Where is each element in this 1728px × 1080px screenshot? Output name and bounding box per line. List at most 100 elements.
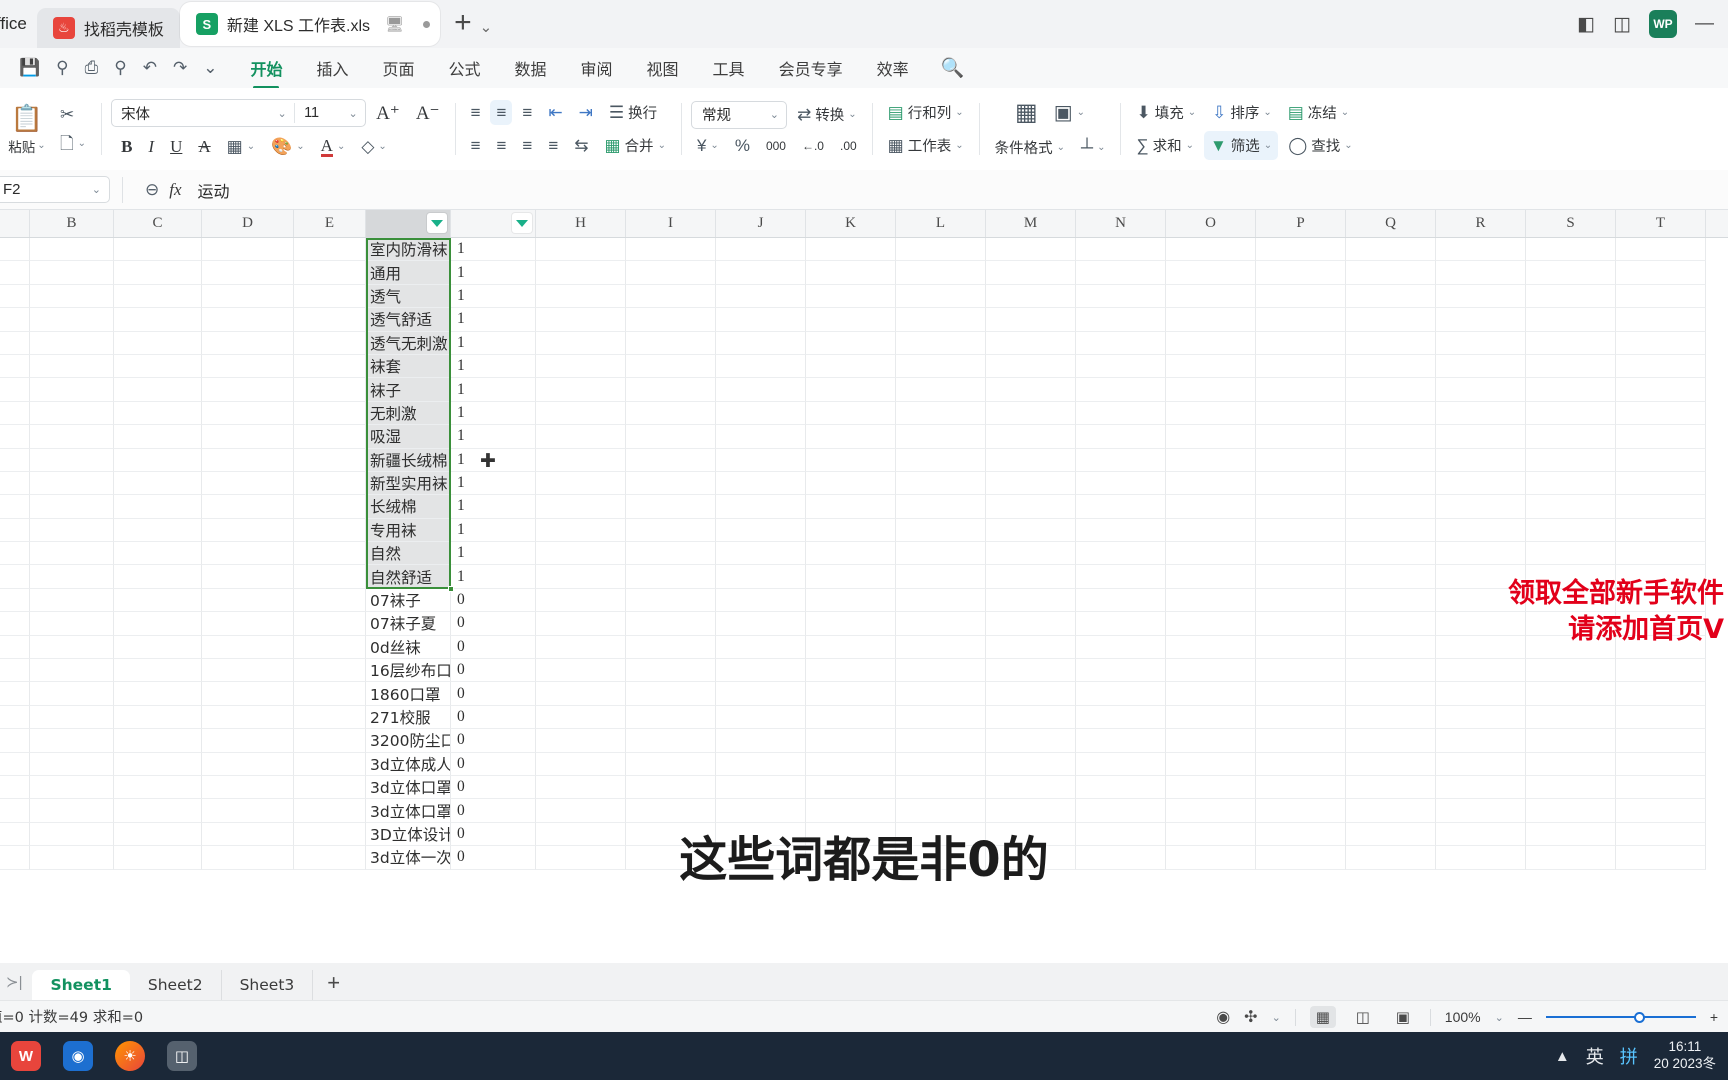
cell-empty[interactable] <box>1526 284 1616 309</box>
cell-empty[interactable] <box>114 518 202 543</box>
cell-empty[interactable] <box>1436 518 1526 543</box>
cell-empty[interactable] <box>202 542 294 566</box>
increase-decimal-button[interactable]: .00 <box>834 135 863 157</box>
table-row[interactable]: 自然 1 <box>0 542 1728 566</box>
cell-empty[interactable] <box>114 401 202 426</box>
column-header-B[interactable]: B <box>30 210 114 237</box>
cell-empty[interactable] <box>30 542 114 566</box>
cell-empty[interactable] <box>114 752 202 776</box>
tab-efficiency[interactable]: 效率 <box>861 50 925 86</box>
cell-empty[interactable] <box>114 354 202 379</box>
page-view-icon[interactable]: ◫ <box>1350 1006 1376 1028</box>
cell-empty[interactable] <box>716 659 806 683</box>
cell-empty[interactable] <box>1076 331 1166 355</box>
zoom-in-button[interactable]: + <box>1710 1009 1718 1025</box>
cell-empty[interactable] <box>202 775 294 800</box>
cell-empty[interactable] <box>1616 354 1706 379</box>
cell-empty[interactable] <box>1166 354 1256 379</box>
cell-keyword[interactable]: 透气舒适 <box>366 308 451 332</box>
cell-empty[interactable] <box>896 378 986 402</box>
cell-empty[interactable] <box>202 635 294 660</box>
cell-empty[interactable] <box>1616 261 1706 285</box>
cell-empty[interactable] <box>986 425 1076 449</box>
cell-empty[interactable] <box>626 425 716 449</box>
tab-review[interactable]: 审阅 <box>565 50 629 86</box>
cut-button[interactable]: ✂ <box>54 102 80 127</box>
table-row[interactable]: 通用 1 <box>0 261 1728 285</box>
cell-empty[interactable] <box>30 354 114 379</box>
cell-empty[interactable] <box>1616 705 1706 730</box>
cell-empty[interactable] <box>1166 752 1256 776</box>
cell-empty[interactable] <box>1436 354 1526 379</box>
cell-count[interactable]: 1 <box>451 425 536 449</box>
cell-empty[interactable] <box>896 308 986 332</box>
cell-empty[interactable] <box>1346 471 1436 496</box>
cell-empty[interactable] <box>716 705 806 730</box>
cell-empty[interactable] <box>1346 401 1436 426</box>
cell-empty[interactable] <box>1076 542 1166 566</box>
cell-empty[interactable] <box>806 448 896 472</box>
cell-empty[interactable] <box>716 612 806 636</box>
cell-empty[interactable] <box>626 659 716 683</box>
cell-empty[interactable] <box>626 354 716 379</box>
cell-empty[interactable] <box>1346 775 1436 800</box>
cell-empty[interactable] <box>202 308 294 332</box>
cell-empty[interactable] <box>806 378 896 402</box>
filter-button[interactable]: ▼ 筛选 ⌄ <box>1203 131 1279 160</box>
font-name-caret-icon[interactable]: ⌄ <box>270 107 294 120</box>
cell-empty[interactable] <box>114 565 202 589</box>
cell-empty[interactable] <box>30 752 114 776</box>
font-color-button[interactable]: A ⌄ <box>315 133 352 161</box>
cell-empty[interactable] <box>1526 752 1616 776</box>
cell-keyword[interactable]: 07袜子夏 <box>366 612 451 636</box>
cell-empty[interactable] <box>30 565 114 589</box>
cell-empty[interactable] <box>536 682 626 706</box>
cell-empty[interactable] <box>536 729 626 753</box>
cell-empty[interactable] <box>626 378 716 402</box>
table-row[interactable]: 室内防滑袜 1 <box>0 238 1728 262</box>
cell-empty[interactable] <box>1616 308 1706 332</box>
cell-empty[interactable] <box>1436 425 1526 449</box>
cell-empty[interactable] <box>1616 238 1706 262</box>
table-row[interactable]: 新型实用袜 1 <box>0 471 1728 496</box>
cell-empty[interactable] <box>1166 378 1256 402</box>
cell-empty[interactable] <box>1436 705 1526 730</box>
cell-empty[interactable] <box>806 659 896 683</box>
cell-empty[interactable] <box>1346 354 1436 379</box>
cell-empty[interactable] <box>536 238 626 262</box>
cell-empty[interactable] <box>806 612 896 636</box>
cell-empty[interactable] <box>896 238 986 262</box>
cell-empty[interactable] <box>0 612 30 636</box>
cell-empty[interactable] <box>1526 775 1616 800</box>
cell-count[interactable]: 1 <box>451 308 536 332</box>
bold-button[interactable]: B <box>115 133 138 161</box>
column-header-M[interactable]: M <box>986 210 1076 237</box>
cell-empty[interactable] <box>626 542 716 566</box>
cell-empty[interactable] <box>0 659 30 683</box>
sidebar-toggle-icon[interactable]: ◧ <box>1577 13 1595 36</box>
cell-count[interactable]: 0 <box>451 635 536 660</box>
rows-columns-button[interactable]: ▤ 行和列 ⌄ <box>882 98 970 127</box>
save-icon[interactable]: 💾 <box>14 56 45 80</box>
cell-empty[interactable] <box>114 471 202 496</box>
ribbon-search-icon[interactable]: 🔍 <box>927 52 979 84</box>
taskbar-app-explorer[interactable]: ◫ <box>156 1032 208 1080</box>
cell-empty[interactable] <box>806 635 896 660</box>
cell-empty[interactable] <box>806 471 896 496</box>
cell-empty[interactable] <box>30 705 114 730</box>
print-icon[interactable]: ⚲ <box>51 56 73 80</box>
cell-empty[interactable] <box>536 612 626 636</box>
cell-empty[interactable] <box>626 635 716 660</box>
spreadsheet-grid[interactable]: BCDEHIJKLMNOPQRST 室内防滑袜 1 通用 1 透气 1 透气舒适 1 透气无刺激… <box>0 210 1728 878</box>
cell-empty[interactable] <box>0 331 30 355</box>
cell-empty[interactable] <box>0 752 30 776</box>
cell-empty[interactable] <box>896 284 986 309</box>
cell-empty[interactable] <box>626 705 716 730</box>
taskbar-app-wps[interactable]: W <box>0 1032 52 1080</box>
cell-empty[interactable] <box>1346 448 1436 472</box>
cell-empty[interactable] <box>1526 401 1616 426</box>
cell-keyword[interactable]: 自然 <box>366 542 451 566</box>
cell-empty[interactable] <box>1526 705 1616 730</box>
cell-empty[interactable] <box>806 284 896 309</box>
cell-empty[interactable] <box>1616 729 1706 753</box>
